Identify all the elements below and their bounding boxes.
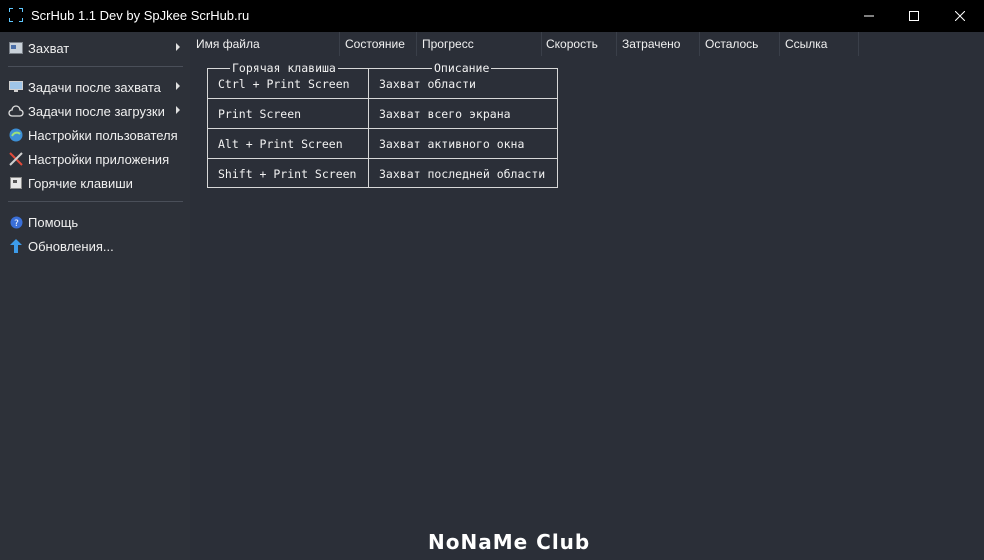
sidebar-item-help[interactable]: ? Помощь [8,211,186,233]
maximize-button[interactable] [891,0,937,32]
screenshot-icon [8,40,24,56]
sidebar-item-label: Захват [28,40,70,56]
svg-text:?: ? [14,219,19,229]
help-icon: ? [8,214,24,230]
table-row-key: Alt + Print Screen [218,137,343,151]
column-header-progress[interactable]: Прогресс [416,32,542,56]
column-header-label: Имя файла [196,37,260,51]
update-arrow-icon [8,238,24,254]
column-header-remaining[interactable]: Осталось [699,32,780,56]
table-row-desc: Захват последней области [379,167,546,181]
window-title: ScrHub 1.1 Dev by SpJkee ScrHub.ru [31,8,250,23]
sidebar-item-label: Помощь [28,214,79,230]
tools-icon [8,151,24,167]
column-header-filename[interactable]: Имя файла [190,32,340,56]
submenu-arrow-icon [176,82,180,90]
keyboard-icon [8,175,24,191]
sidebar-item-hotkeys[interactable]: Горячие клавиши [8,172,186,194]
submenu-arrow-icon [176,43,180,51]
sidebar-item-after-capture[interactable]: Задачи после захвата [8,76,186,98]
user-settings-icon [8,127,24,143]
table-row-key: Print Screen [218,107,302,121]
sidebar-item-updates[interactable]: Обновления... [8,235,186,257]
app-logo-icon [9,8,23,22]
sidebar-divider [8,66,183,67]
monitor-icon [8,79,24,95]
sidebar: Захват Задачи после захвата Задачи после… [0,32,190,560]
hotkeys-table: Горячая клавиша Описание Ctrl + Print Sc… [207,62,558,188]
title-bar: ScrHub 1.1 Dev by SpJkee ScrHub.ru [0,0,984,32]
close-button[interactable] [937,0,983,32]
sidebar-item-capture[interactable]: Захват [8,37,186,59]
sidebar-item-label: Обновления... [28,238,114,254]
column-header-link[interactable]: Ссылка [779,32,859,56]
sidebar-item-after-upload[interactable]: Задачи после загрузки [8,100,186,122]
table-row-desc: Захват всего экрана [379,107,511,121]
minimize-button[interactable] [846,0,892,32]
table-row-desc: Захват активного окна [379,137,525,151]
sidebar-item-app-settings[interactable]: Настройки приложения [8,148,186,170]
column-header-label: Затрачено [622,37,681,51]
submenu-arrow-icon [176,106,180,114]
column-header-speed[interactable]: Скорость [540,32,617,56]
column-header-label: Скорость [546,37,598,51]
table-row-key: Shift + Print Screen [218,167,357,181]
sidebar-item-label: Задачи после захвата [28,79,161,95]
column-header-elapsed[interactable]: Затрачено [616,32,700,56]
column-header-label: Осталось [705,37,759,51]
cloud-upload-icon [8,103,24,119]
sidebar-item-label: Настройки приложения [28,151,170,167]
column-header-label: Прогресс [422,37,474,51]
sidebar-item-label: Настройки пользователя [28,127,178,143]
sidebar-item-user-settings[interactable]: Настройки пользователя [8,124,186,146]
column-header-label: Ссылка [785,37,828,51]
column-header-status[interactable]: Состояние [339,32,417,56]
table-row-key: Ctrl + Print Screen [218,77,350,91]
watermark: NoNaMe Club [428,530,591,554]
sidebar-divider [8,201,183,202]
sidebar-item-label: Задачи после загрузки [28,103,165,119]
minimize-icon [864,15,874,17]
maximize-icon [909,11,919,21]
close-icon [955,11,965,21]
column-header-label: Состояние [345,37,405,51]
sidebar-item-label: Горячие клавиши [28,175,133,191]
table-row-desc: Захват области [379,77,476,91]
